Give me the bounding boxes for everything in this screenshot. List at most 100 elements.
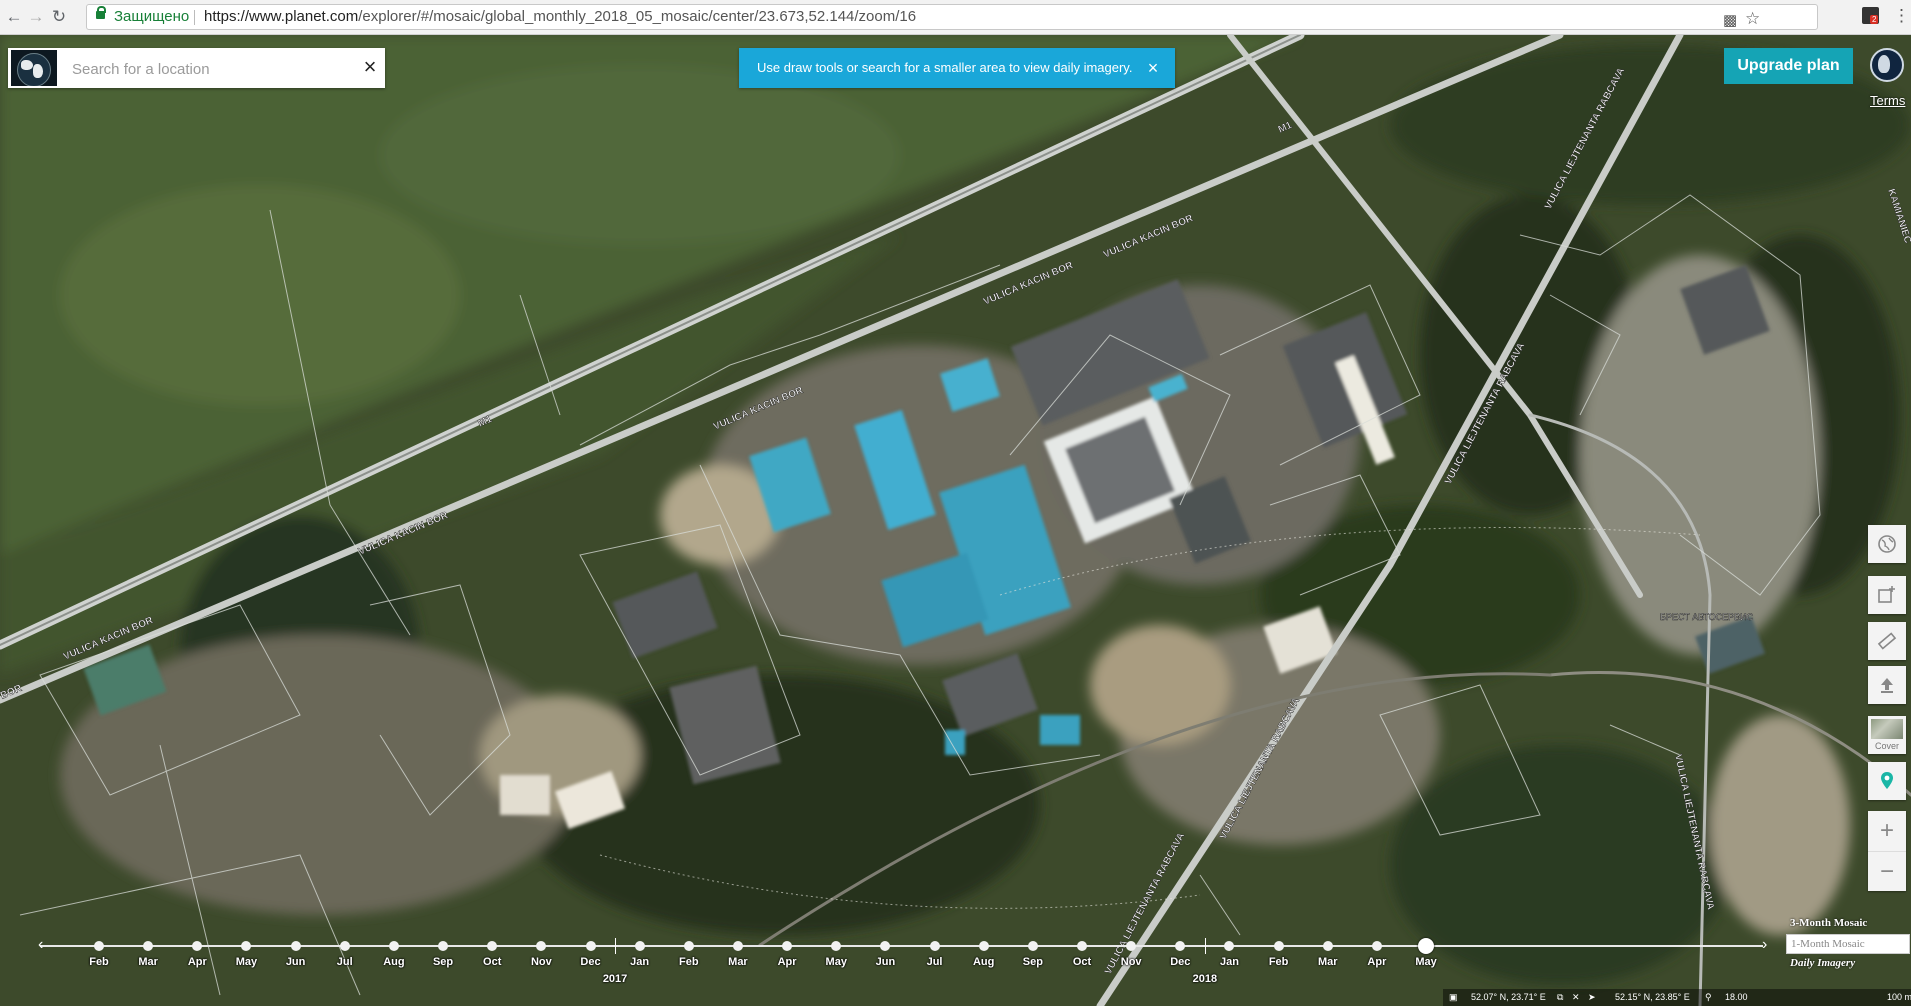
timeline-dot[interactable]	[1224, 941, 1235, 951]
poi-label: БРЕСТ АВТОСЕРВИС	[1660, 612, 1754, 622]
omnibox-divider	[194, 10, 195, 25]
cloud-cover-button[interactable]: Cover	[1868, 716, 1906, 754]
extension-badge: 2	[1870, 15, 1879, 24]
timeline-month-label: Feb	[679, 956, 699, 968]
timeline-dot[interactable]	[634, 941, 645, 951]
timeline-dot[interactable]	[683, 941, 694, 951]
browser-menu-icon[interactable]: ⋮	[1893, 6, 1910, 26]
copy-icon[interactable]: ⧉	[1557, 989, 1563, 1006]
globe-land	[33, 64, 43, 78]
back-icon[interactable]: ←	[4, 7, 24, 27]
timeline-dot[interactable]	[290, 941, 301, 951]
draw-tools-notice: Use draw tools or search for a smaller a…	[739, 48, 1175, 88]
coords-a: 52.07° N, 23.71° E	[1471, 992, 1546, 1002]
timeline-month-label: Sep	[432, 956, 454, 968]
timeline-dot[interactable]	[388, 941, 399, 951]
cover-thumbnail	[1871, 719, 1903, 739]
mode-1-month[interactable]: 1-Month Mosaic	[1786, 934, 1910, 954]
zoom-level: 18.00	[1725, 992, 1748, 1002]
timeline-month-label: Mar	[728, 956, 748, 968]
timeline-month-label: Jun	[875, 956, 896, 968]
extension-icon[interactable]: 2	[1862, 7, 1879, 24]
timeline-dot[interactable]	[339, 941, 350, 951]
navigate-icon[interactable]: ➤	[1588, 989, 1596, 1006]
timeline-year-divider	[615, 938, 617, 954]
url-host: https://www.planet.com	[204, 8, 359, 25]
timeline-dot[interactable]	[831, 941, 842, 951]
terms-link[interactable]: Terms	[1870, 93, 1905, 108]
timeline-month-label: Feb	[1268, 956, 1289, 968]
location-pin-button[interactable]	[1868, 762, 1906, 800]
timeline-dot[interactable]	[1126, 941, 1137, 951]
timeline-month-label: Jan	[1219, 956, 1239, 968]
timeline-dot[interactable]	[536, 941, 547, 951]
url-text[interactable]: https://www.planet.com/explorer/#/mosaic…	[204, 5, 916, 29]
satellite-map[interactable]: M1 M1 VULICA KACIN BOR VULICA KACIN BOR …	[0, 35, 1911, 1006]
location-search: ×	[8, 48, 385, 88]
timeline-dot[interactable]	[487, 941, 498, 951]
timeline-dot[interactable]	[1077, 941, 1087, 951]
timeline-dot[interactable]	[241, 941, 252, 951]
avatar-figure	[1878, 55, 1890, 73]
timeline-month-label: Apr	[777, 956, 797, 968]
timeline-month-label: Feb	[89, 956, 109, 968]
timeline-dot[interactable]	[1027, 941, 1038, 951]
timeline-dot[interactable]	[732, 941, 743, 951]
reload-icon[interactable]: ↻	[49, 7, 69, 27]
blocked-popup-icon[interactable]: ▩	[1723, 9, 1737, 33]
close-icon[interactable]: ×	[1142, 48, 1164, 88]
upgrade-plan-button[interactable]: Upgrade plan	[1724, 48, 1853, 84]
timeline-month-label: Sep	[1022, 956, 1043, 968]
timeline-month-label: Apr	[1367, 956, 1387, 968]
scale-label: 100 m	[1887, 992, 1911, 1002]
timeline-month-label: May	[1415, 956, 1437, 968]
timeline-selected-dot[interactable]	[1418, 938, 1435, 954]
timeline-dot[interactable]	[1322, 941, 1333, 951]
basemap-globe-button[interactable]	[1868, 525, 1906, 563]
upload-button[interactable]	[1868, 666, 1906, 704]
close-icon[interactable]: ×	[358, 55, 382, 79]
timeline-dot[interactable]	[929, 941, 940, 951]
map-status-bar: ▣ 52.07° N, 23.71° E ⧉ ✕ ➤ 52.15° N, 23.…	[1443, 989, 1911, 1006]
mode-3-month[interactable]: 3-Month Mosaic	[1786, 914, 1908, 932]
secure-label: Защищено	[114, 8, 190, 25]
timeline-dot[interactable]	[1175, 941, 1186, 951]
timeline-dot[interactable]	[94, 941, 104, 951]
timeline-month-label: Mar	[1317, 956, 1338, 968]
ruler-icon	[1877, 632, 1897, 650]
timeline-dot[interactable]	[880, 941, 891, 951]
address-bar[interactable]: Защищено https://www.planet.com/explorer…	[86, 4, 1818, 30]
timeline-dot[interactable]	[1273, 941, 1284, 951]
mode-daily-imagery[interactable]: Daily Imagery	[1786, 954, 1908, 972]
bookmark-star-icon[interactable]: ☆	[1745, 7, 1760, 31]
cover-label: Cover	[1874, 741, 1899, 751]
search-input[interactable]	[70, 56, 354, 82]
timeline-dot[interactable]	[978, 941, 989, 951]
timeline-next-icon[interactable]: ›	[1762, 936, 1767, 954]
zoom-in-button[interactable]: +	[1868, 811, 1906, 851]
timeline-dot[interactable]	[585, 941, 596, 951]
timeline-month-label: Nov	[530, 956, 552, 968]
measure-button[interactable]	[1868, 622, 1906, 660]
timeline-month-label: Aug	[383, 956, 405, 968]
timeline-prev-icon[interactable]: ‹	[38, 936, 43, 954]
clear-coords-icon[interactable]: ✕	[1572, 989, 1580, 1006]
timeline-dot[interactable]	[192, 941, 203, 951]
fullscreen-icon[interactable]: ▣	[1449, 989, 1458, 1006]
timeline-dot[interactable]	[782, 941, 793, 951]
lock-icon	[96, 6, 106, 19]
timeline-dot[interactable]	[438, 941, 449, 951]
zoom-search-icon: ⚲	[1705, 992, 1712, 1002]
avatar[interactable]	[1870, 48, 1904, 82]
timeline-dot[interactable]	[1371, 941, 1382, 951]
zoom-control: + −	[1868, 811, 1906, 891]
url-path: /explorer/#/mosaic/global_monthly_2018_0…	[358, 8, 917, 25]
location-pin-icon	[1881, 772, 1893, 789]
timeline-month-label: Oct	[1072, 956, 1092, 968]
forward-icon[interactable]: →	[26, 7, 46, 27]
timeline-dot[interactable]	[143, 941, 154, 951]
zoom-out-button[interactable]: −	[1868, 851, 1906, 892]
timeline-month-label: May	[825, 956, 847, 968]
globe-logo-icon[interactable]	[11, 50, 57, 86]
draw-area-button[interactable]	[1868, 576, 1906, 614]
